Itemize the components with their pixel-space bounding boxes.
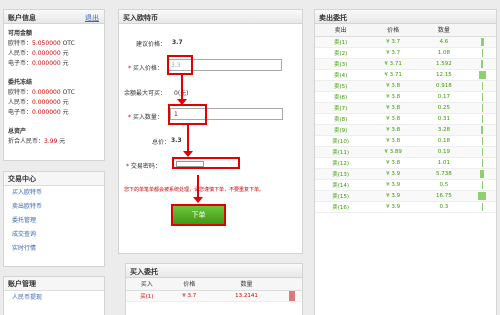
suggest-price-label: 建议价格： — [136, 41, 167, 48]
avail-row-ecoin: 电子币：0.000000 元 — [8, 60, 69, 67]
table-row: 卖(8) ¥ 3.8 0.31 — [315, 113, 496, 125]
buy-col-qty: 数量 — [211, 278, 282, 291]
depth-bar — [478, 70, 486, 79]
arrow-head-2 — [183, 151, 193, 157]
table-row: 卖(10) ¥ 3.8 0.18 — [315, 135, 496, 147]
depth-bar — [481, 59, 483, 68]
sell-col-name: 卖出 — [315, 24, 367, 37]
suggest-price-value: 3.7 — [172, 39, 183, 46]
table-row: 卖(13) ¥ 3.9 5.738 — [315, 168, 496, 180]
password-input-inner — [176, 161, 204, 167]
nav-trade-query[interactable]: 成交查询 — [4, 228, 104, 242]
table-row: 买(1) ¥ 3.7 13.2141 — [126, 290, 302, 302]
account-mgmt-panel: 账户管理 人民币提现 — [3, 276, 105, 315]
depth-bar — [481, 92, 483, 101]
sell-orders-table: 卖出 价格 数量 卖(1) ¥ 3.7 4.6 卖(2) ¥ 3.7 1.08 卖(3)… — [315, 24, 496, 213]
table-row: 卖(11) ¥ 3.89 0.19 — [315, 146, 496, 158]
table-row: 卖(6) ¥ 3.8 0.17 — [315, 91, 496, 103]
account-title: 账户信息 — [8, 14, 36, 22]
qty-input-highlight — [168, 104, 207, 125]
nav-realtime-quotes[interactable]: 实时行情 — [4, 242, 104, 256]
trade-center-panel: 交易中心 买入欧特币 卖出欧特币 委托管理 成交查询 实时行情 — [3, 171, 105, 267]
depth-bar — [289, 290, 295, 301]
logout-link[interactable]: 退出 — [85, 13, 99, 23]
total-title: 总资产 — [8, 128, 27, 135]
trade-center-title: 交易中心 — [4, 172, 104, 186]
arrow-line-2 — [187, 125, 189, 153]
buy-form-title: 买入欧特币 — [119, 10, 302, 24]
frozen-title: 委托冻结 — [8, 79, 33, 86]
arrow-line-1 — [181, 75, 183, 101]
total-price-label: 总价： — [152, 139, 171, 146]
table-row: 卖(12) ¥ 3.8 1.01 — [315, 157, 496, 169]
avail-row-otc: 欧特币：5.050000 OTC — [8, 40, 75, 47]
avail-row-rmb: 人民币：0.000000 元 — [8, 50, 69, 57]
frozen-row-rmb: 人民币：0.000000 元 — [8, 99, 69, 106]
depth-bar — [481, 147, 483, 156]
arrow-head-1 — [177, 99, 187, 105]
table-row: 卖(4) ¥ 3.71 12.15 — [315, 69, 496, 81]
depth-bar — [481, 114, 483, 123]
arrow-line-3 — [197, 175, 199, 199]
depth-bar — [480, 37, 484, 46]
frozen-row-ecoin: 电子币：0.000000 元 — [8, 109, 69, 116]
buy-col-price: 价格 — [167, 278, 212, 291]
sell-col-qty: 数量 — [419, 24, 468, 37]
depth-bar — [481, 48, 483, 57]
buy-col-name: 买入 — [126, 278, 168, 291]
depth-bar — [481, 202, 483, 211]
qty-label: * 买入数量： — [128, 114, 163, 121]
buy-orders-table: 买入 价格 数量 买(1) ¥ 3.7 13.2141 — [126, 278, 302, 302]
arrow-head-3 — [193, 197, 203, 203]
total-row: 折合人民币：3.99 元 — [8, 138, 66, 145]
depth-bar — [478, 191, 486, 200]
depth-bar — [481, 125, 483, 134]
nav-order-manage[interactable]: 委托管理 — [4, 214, 104, 228]
buy-orders-title: 买入委托 — [126, 264, 302, 278]
order-notice: 您下的单笔单都会被系统处理，请您谨慎下单，不要重复下单。 — [124, 187, 265, 193]
depth-bar — [481, 81, 483, 90]
price-label: * 买入价格： — [128, 65, 163, 72]
table-row: 卖(14) ¥ 3.9 0.5 — [315, 179, 496, 191]
depth-bar — [480, 169, 484, 178]
nav-rmb-withdraw[interactable]: 人民币提现 — [4, 291, 104, 305]
table-row: 卖(3) ¥ 3.71 1.592 — [315, 58, 496, 70]
table-row: 卖(9) ¥ 3.8 3.28 — [315, 124, 496, 136]
table-row: 卖(15) ¥ 3.9 16.75 — [315, 190, 496, 202]
frozen-row-otc: 欧特币：0.000000 OTC — [8, 89, 75, 96]
depth-bar — [481, 136, 483, 145]
depth-bar — [481, 180, 483, 189]
account-mgmt-title: 账户管理 — [4, 277, 104, 291]
price-input-highlight — [167, 55, 193, 75]
buy-orders-panel: 买入委托 买入 价格 数量 买(1) ¥ 3.7 13.2141 — [125, 263, 303, 315]
required-mark: * — [128, 65, 131, 72]
table-row: 卖(1) ¥ 3.7 4.6 — [315, 36, 496, 48]
table-row: 卖(5) ¥ 3.8 0.918 — [315, 80, 496, 92]
table-row: 卖(2) ¥ 3.7 1.08 — [315, 47, 496, 59]
total-price-value: 3.3 — [171, 137, 182, 144]
table-row: 卖(7) ¥ 3.8 0.25 — [315, 102, 496, 114]
max-buy-label: 余额最大可买： — [124, 90, 167, 97]
sell-orders-title: 卖出委托 — [315, 10, 496, 24]
sell-orders-panel: 卖出委托 卖出 价格 数量 卖(1) ¥ 3.7 4.6 卖(2) ¥ 3.7 1.08… — [314, 9, 497, 315]
sell-col-price: 价格 — [366, 24, 420, 37]
depth-bar — [481, 103, 483, 112]
submit-order-button[interactable]: 下单 — [171, 204, 226, 226]
password-label: * 交易密码： — [126, 163, 161, 170]
table-row: 卖(16) ¥ 3.9 0.3 — [315, 201, 496, 213]
avail-title: 可用金额 — [8, 30, 33, 37]
depth-bar — [481, 158, 483, 167]
account-panel: 账户信息 退出 可用金额 欧特币：5.050000 OTC 人民币：0.0000… — [3, 9, 105, 161]
nav-sell-otc[interactable]: 卖出欧特币 — [4, 200, 104, 214]
account-panel-header: 账户信息 退出 — [4, 10, 104, 24]
nav-buy-otc[interactable]: 买入欧特币 — [4, 186, 104, 200]
